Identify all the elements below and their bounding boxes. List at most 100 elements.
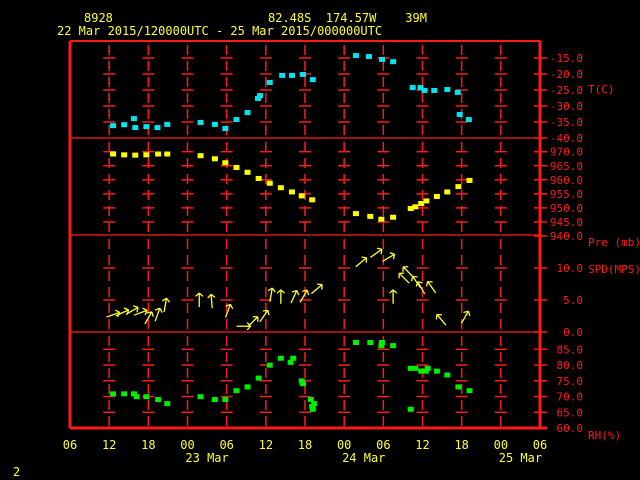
y-tick-label: 960.0 xyxy=(550,174,583,187)
x-date-label: 25 Mar xyxy=(499,451,542,465)
data-point xyxy=(155,397,162,403)
data-point xyxy=(110,123,117,129)
data-point xyxy=(211,397,218,403)
data-point xyxy=(277,185,284,191)
data-point xyxy=(255,175,262,181)
data-point xyxy=(407,406,414,412)
wind-arrow xyxy=(195,292,204,307)
wind-arrow xyxy=(402,266,414,278)
data-point xyxy=(133,394,140,400)
y-tick-label: 965.0 xyxy=(550,160,583,173)
panel-label: Pre (mb) xyxy=(588,236,640,249)
data-point xyxy=(233,164,240,170)
y-tick-label: 80.0 xyxy=(557,359,584,372)
data-point xyxy=(222,126,229,132)
data-point xyxy=(424,365,431,371)
data-point xyxy=(418,200,425,206)
x-tick-label: 00 xyxy=(337,438,351,452)
wind-arrow xyxy=(389,289,398,304)
data-point xyxy=(290,355,297,361)
wind-arrow xyxy=(460,310,471,324)
x-date-label: 24 Mar xyxy=(342,451,385,465)
data-point xyxy=(155,151,162,157)
y-tick-label: 65.0 xyxy=(557,406,584,419)
data-point xyxy=(444,87,451,92)
data-point xyxy=(211,156,218,162)
data-point xyxy=(110,391,117,397)
y-tick-label: 950.0 xyxy=(550,202,583,215)
data-point xyxy=(378,343,385,349)
data-point xyxy=(277,355,284,361)
y-tick-label: 945.0 xyxy=(550,216,583,229)
data-point xyxy=(365,54,372,60)
data-point xyxy=(409,85,416,91)
data-point xyxy=(143,124,150,130)
data-point xyxy=(164,401,171,407)
x-tick-label: 00 xyxy=(180,438,194,452)
y-tick-label: 970.0 xyxy=(550,146,583,159)
wind-arrow xyxy=(276,289,285,304)
wind-arrow xyxy=(154,307,163,322)
data-point xyxy=(423,198,430,204)
panel-label: SPD(MPS) xyxy=(588,263,640,276)
data-point xyxy=(367,340,374,345)
data-point xyxy=(421,87,428,93)
x-tick-label: 18 xyxy=(454,438,468,452)
x-tick-label: 06 xyxy=(533,438,547,452)
data-point xyxy=(197,394,204,400)
x-tick-label: 06 xyxy=(376,438,390,452)
y-tick-label: -35.0 xyxy=(550,116,583,129)
wind-arrow xyxy=(259,309,270,323)
data-point xyxy=(266,362,273,368)
wind-arrow xyxy=(207,293,216,309)
y-tick-label: -25.0 xyxy=(550,84,583,97)
y-tick-label: 85.0 xyxy=(557,343,584,356)
data-point xyxy=(288,72,295,78)
data-point xyxy=(454,89,461,95)
data-point xyxy=(256,93,263,99)
x-tick-label: 12 xyxy=(259,438,273,452)
data-point xyxy=(266,180,273,186)
wind-arrow xyxy=(425,280,437,294)
data-point xyxy=(211,121,218,127)
y-tick-label: -30.0 xyxy=(550,100,583,113)
y-tick-label: 60.0 xyxy=(557,422,584,435)
wind-arrow xyxy=(290,289,300,304)
panel-label: RH(%) xyxy=(588,429,621,442)
station-location: 82.48S 174.57W 39M xyxy=(268,11,427,25)
data-point xyxy=(465,117,472,123)
data-point xyxy=(130,116,137,122)
data-point xyxy=(466,388,473,394)
wind-arrow xyxy=(382,252,396,262)
data-point xyxy=(412,204,419,210)
data-point xyxy=(298,193,305,199)
data-point xyxy=(197,153,204,159)
data-point xyxy=(378,216,385,222)
data-point xyxy=(352,53,359,59)
y-tick-label: -20.0 xyxy=(550,68,583,81)
data-point xyxy=(279,72,286,78)
data-point xyxy=(300,381,307,387)
x-tick-label: 18 xyxy=(141,438,155,452)
data-point xyxy=(244,384,251,390)
wind-arrow xyxy=(415,281,426,295)
y-tick-label: 955.0 xyxy=(550,188,583,201)
x-tick-label: 06 xyxy=(219,438,233,452)
data-point xyxy=(466,177,473,183)
x-tick-label: 18 xyxy=(298,438,312,452)
data-point xyxy=(255,375,262,381)
panel-label: T(C) xyxy=(588,83,615,96)
data-point xyxy=(390,343,397,349)
x-tick-label: 12 xyxy=(102,438,116,452)
data-point xyxy=(433,193,440,199)
data-point xyxy=(110,151,117,157)
data-point xyxy=(121,391,128,397)
x-tick-label: 06 xyxy=(63,438,77,452)
x-tick-label: 00 xyxy=(494,438,508,452)
axes: -15.0-20.0-25.0-30.0-35.0-40.0T(C)970.09… xyxy=(63,52,640,465)
data-point xyxy=(390,59,397,65)
data-point xyxy=(222,397,229,403)
data-point xyxy=(244,110,251,116)
data-point xyxy=(390,214,397,220)
data-point xyxy=(222,160,229,166)
